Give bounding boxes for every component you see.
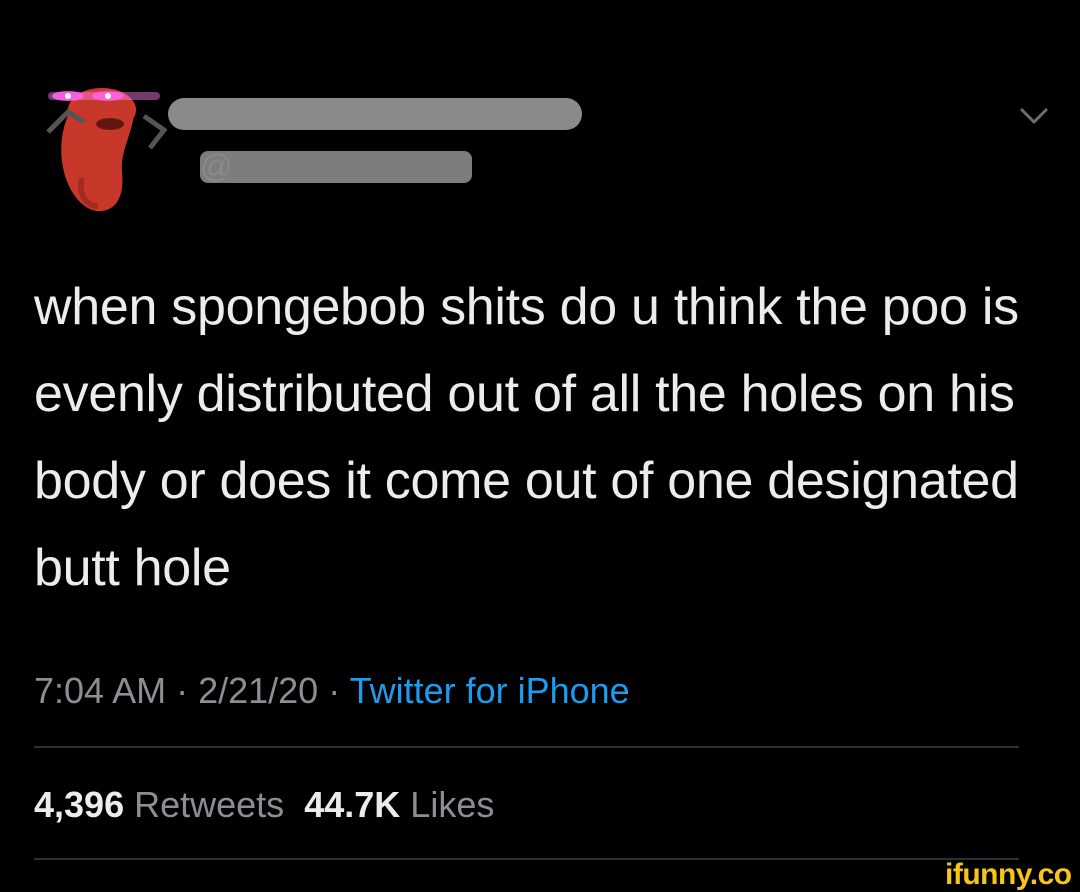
display-name-redacted[interactable]	[168, 98, 582, 130]
retweets-stat[interactable]: 4,396 Retweets	[34, 784, 284, 825]
meta-separator: ·	[166, 670, 199, 711]
likes-count: 44.7K	[304, 784, 401, 825]
retweets-count: 4,396	[34, 784, 125, 825]
handle-at-symbol: @	[200, 148, 233, 184]
meta-separator: ·	[318, 670, 350, 711]
retweets-label: Retweets	[134, 784, 285, 825]
avatar[interactable]	[28, 68, 168, 218]
username-redacted[interactable]	[200, 151, 472, 183]
divider	[34, 858, 1019, 860]
tweet-stats: 4,396 Retweets 44.7K Likes	[34, 780, 494, 830]
chevron-down-icon[interactable]	[1014, 98, 1054, 134]
tweet-card: @ when spongebob shits do u think the po…	[0, 0, 1080, 891]
watermark-logo: ifunny.co	[945, 858, 1072, 891]
likes-stat[interactable]: 44.7K Likes	[304, 784, 494, 825]
tweet-source-link[interactable]: Twitter for iPhone	[350, 670, 630, 711]
tweet-date[interactable]: 2/21/20	[198, 670, 318, 711]
tweet-text: when spongebob shits do u think the poo …	[34, 278, 1019, 597]
divider	[34, 746, 1019, 748]
likes-label: Likes	[410, 784, 495, 825]
tweet-meta: 7:04 AM · 2/21/20 · Twitter for iPhone	[34, 666, 630, 716]
tweet-time[interactable]: 7:04 AM	[34, 670, 166, 711]
